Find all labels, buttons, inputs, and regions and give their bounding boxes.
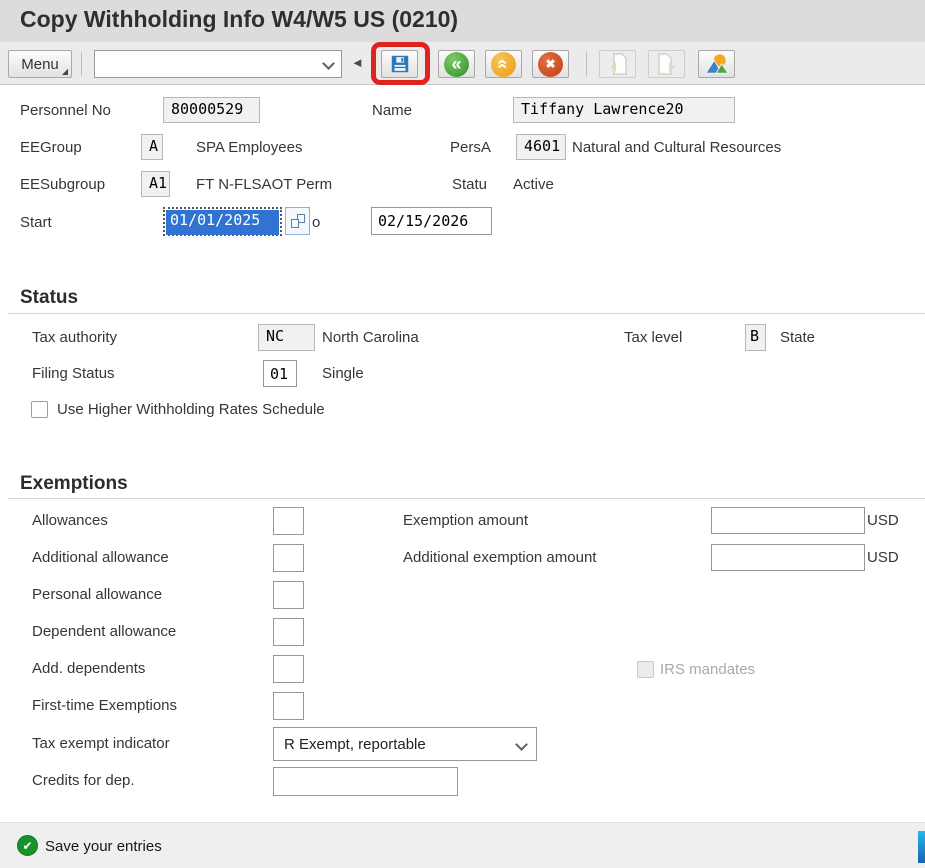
- collapse-left-icon[interactable]: ◄: [351, 55, 364, 70]
- exit-button[interactable]: «: [485, 50, 522, 78]
- exemptions-section-heading: Exemptions: [20, 473, 128, 494]
- chevron-down-icon: [515, 737, 528, 751]
- pers-area-text: Natural and Cultural Resources: [572, 139, 782, 156]
- tax-authority-field: NC: [258, 324, 315, 351]
- first-time-exemptions-input[interactable]: [273, 692, 304, 720]
- higher-withholding-label: Use Higher Withholding Rates Schedule: [57, 401, 325, 418]
- add-dependents-input[interactable]: [273, 655, 304, 683]
- irs-mandates-checkbox: [637, 661, 654, 678]
- exit-icon: «: [491, 51, 516, 77]
- allowances-input[interactable]: [273, 507, 304, 535]
- dependent-allowance-input[interactable]: [273, 618, 304, 646]
- ee-subgroup-label: EESubgroup: [20, 176, 106, 193]
- cancel-icon: ✖: [538, 51, 563, 77]
- next-record-button: [648, 50, 685, 78]
- tax-authority-label: Tax authority: [32, 329, 118, 346]
- end-date-input[interactable]: [371, 207, 492, 235]
- tax-exempt-indicator-value: R Exempt, reportable: [284, 735, 426, 753]
- additional-exemption-amount-label: Additional exemption amount: [403, 549, 597, 566]
- ee-subgroup-text: FT N-FLSAOT Perm: [196, 176, 333, 193]
- scroll-indicator[interactable]: [918, 831, 925, 863]
- name-label: Name: [372, 102, 413, 119]
- tax-authority-text: North Carolina: [322, 329, 419, 346]
- additional-exemption-amount-currency: USD: [867, 549, 899, 566]
- personnel-no-field: 80000529: [163, 97, 260, 123]
- exemption-amount-label: Exemption amount: [403, 512, 529, 529]
- filing-status-input[interactable]: [263, 360, 297, 387]
- sap-window: Copy Withholding Info W4/W5 US (0210) Me…: [0, 0, 925, 868]
- exemption-amount-currency: USD: [867, 512, 899, 529]
- credits-for-dep-input[interactable]: [273, 767, 458, 796]
- infotype-form: Personnel No 80000529 Name Tiffany Lawre…: [0, 85, 925, 822]
- emp-status-text: Active: [513, 176, 554, 193]
- title-bar: Copy Withholding Info W4/W5 US (0210): [0, 0, 925, 42]
- previous-record-icon: [609, 53, 627, 75]
- status-bar: ✔ Save your entries: [0, 822, 925, 868]
- toolbar-separator: [81, 52, 82, 76]
- emp-status-label: Statu: [452, 176, 488, 193]
- first-time-exemptions-label: First-time Exemptions: [32, 697, 178, 714]
- menu-dropdown-corner-icon: ◢: [61, 67, 68, 76]
- previous-record-button: [599, 50, 636, 78]
- ee-subgroup-field: A1: [141, 171, 170, 197]
- to-label: o: [312, 214, 321, 231]
- additional-exemption-amount-input[interactable]: [711, 544, 865, 571]
- personal-allowance-input[interactable]: [273, 581, 304, 609]
- section-divider: [8, 498, 925, 499]
- overview-icon: [704, 54, 729, 74]
- back-button[interactable]: «: [438, 50, 475, 78]
- toolbar-separator: [586, 52, 587, 76]
- allowances-label: Allowances: [32, 512, 108, 529]
- tax-exempt-indicator-select[interactable]: R Exempt, reportable: [273, 727, 537, 761]
- menu-button-label: Menu: [21, 55, 59, 73]
- personnel-no-label: Personnel No: [20, 102, 111, 119]
- filing-status-label: Filing Status: [32, 365, 115, 382]
- personal-allowance-label: Personal allowance: [32, 586, 163, 603]
- ee-group-field: A: [141, 134, 163, 160]
- name-field: Tiffany Lawrence20: [513, 97, 735, 123]
- toolbar: Menu ◢ ◄ « « ✖: [0, 42, 925, 85]
- command-input[interactable]: [97, 53, 321, 77]
- tax-level-field: B: [745, 324, 766, 351]
- irs-mandates-label: IRS mandates: [660, 661, 756, 678]
- additional-allowance-label: Additional allowance: [32, 549, 169, 566]
- page-title: Copy Withholding Info W4/W5 US (0210): [20, 6, 459, 32]
- tax-level-text: State: [780, 329, 816, 346]
- cancel-button[interactable]: ✖: [532, 50, 569, 78]
- ee-group-text: SPA Employees: [196, 139, 303, 156]
- save-icon: [391, 55, 408, 73]
- save-button[interactable]: [381, 50, 418, 78]
- exemption-amount-input[interactable]: [711, 507, 865, 534]
- add-dependents-label: Add. dependents: [32, 660, 146, 677]
- next-record-icon: [657, 53, 675, 75]
- credits-for-dep-label: Credits for dep.: [32, 772, 135, 789]
- success-check-icon: ✔: [17, 835, 38, 856]
- start-date-input[interactable]: 01/01/2025: [163, 207, 282, 236]
- command-combobox[interactable]: [94, 50, 342, 78]
- overview-button[interactable]: [698, 50, 735, 78]
- section-divider: [8, 313, 925, 314]
- tax-exempt-indicator-label: Tax exempt indicator: [32, 735, 170, 752]
- additional-allowance-input[interactable]: [273, 544, 304, 572]
- pers-area-label: PersA: [450, 139, 491, 156]
- status-section-heading: Status: [20, 287, 79, 308]
- filing-status-text: Single: [322, 365, 364, 382]
- higher-withholding-checkbox[interactable]: [31, 401, 48, 418]
- start-label: Start: [20, 214, 52, 231]
- pers-area-field: 4601: [516, 134, 566, 160]
- back-icon: «: [444, 51, 469, 77]
- tax-level-label: Tax level: [624, 329, 683, 346]
- copy-button[interactable]: [285, 207, 310, 235]
- start-date-selected-text: 01/01/2025: [166, 210, 279, 235]
- menu-button[interactable]: Menu ◢: [8, 50, 72, 78]
- ee-group-label: EEGroup: [20, 139, 82, 156]
- copy-icon: [290, 214, 305, 228]
- status-message: Save your entries: [45, 838, 162, 855]
- dependent-allowance-label: Dependent allowance: [32, 623, 177, 640]
- chevron-down-icon[interactable]: [322, 57, 335, 70]
